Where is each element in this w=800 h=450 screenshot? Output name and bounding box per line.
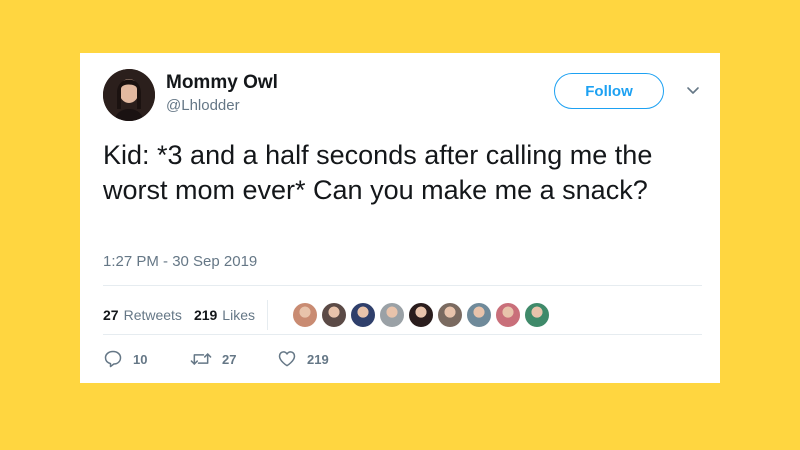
profile-photo-icon: [103, 69, 155, 121]
tweet-card: Mommy Owl @Lhlodder Follow Kid: *3 and a…: [80, 53, 720, 383]
liker-avatar-icon[interactable]: [349, 302, 376, 328]
liker-avatars: [291, 302, 553, 328]
liker-avatar-icon[interactable]: [436, 302, 463, 328]
retweets-label: Retweets: [123, 307, 182, 323]
stats-divider: [266, 300, 268, 330]
liker-avatar-icon[interactable]: [523, 302, 550, 328]
user-handle[interactable]: @Lhlodder: [166, 97, 240, 114]
liker-avatar-icon[interactable]: [320, 302, 347, 328]
display-name[interactable]: Mommy Owl: [166, 72, 278, 94]
avatar[interactable]: [103, 69, 155, 121]
follow-button[interactable]: Follow: [554, 73, 664, 109]
retweets-count: 27: [103, 307, 119, 323]
likes-stat[interactable]: 219 Likes: [194, 307, 255, 323]
like-count: 219: [307, 351, 329, 367]
reply-count: 10: [133, 351, 148, 367]
action-bar: 10 27 219: [103, 349, 364, 369]
tweet-timestamp[interactable]: 1:27 PM - 30 Sep 2019: [103, 253, 257, 270]
likes-label: Likes: [222, 307, 255, 323]
retweet-count: 27: [222, 351, 237, 367]
liker-avatar-icon[interactable]: [291, 302, 318, 328]
reply-button[interactable]: 10: [103, 349, 190, 369]
like-button[interactable]: 219: [277, 349, 364, 369]
heart-icon: [278, 351, 296, 367]
divider: [103, 285, 702, 286]
liker-avatar-icon[interactable]: [494, 302, 521, 328]
liker-avatar-icon[interactable]: [465, 302, 492, 328]
retweet-button[interactable]: 27: [190, 349, 277, 369]
divider: [103, 334, 702, 335]
liker-avatar-icon[interactable]: [407, 302, 434, 328]
liker-avatar-icon[interactable]: [378, 302, 405, 328]
reply-icon: [104, 350, 122, 368]
retweets-stat[interactable]: 27 Retweets: [103, 307, 182, 323]
likes-count: 219: [193, 307, 218, 323]
tweet-text: Kid: *3 and a half seconds after calling…: [103, 140, 653, 205]
chevron-down-icon[interactable]: [686, 86, 700, 96]
engagement-stats: 27 Retweets 219 Likes: [103, 300, 553, 330]
retweet-icon: [190, 353, 212, 365]
